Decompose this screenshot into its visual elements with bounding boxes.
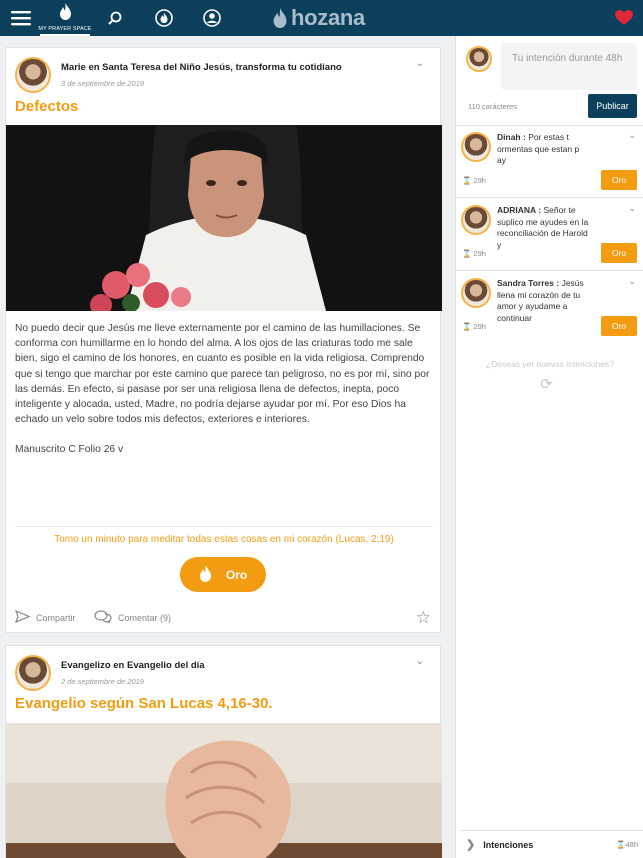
intention-text: Dinah : Por estas t ormentas que estan p…	[497, 132, 590, 167]
avatar	[461, 205, 491, 235]
char-count: 110 carácteres	[468, 102, 518, 111]
chevron-right-icon: ❯	[466, 839, 476, 851]
chevron-down-icon[interactable]: ⌄	[628, 203, 636, 214]
comment-icon	[94, 610, 112, 625]
post-author[interactable]: Evangelizo en Evangelio del día	[61, 660, 205, 671]
intention-item: Dinah : Por estas t ormentas que estan p…	[456, 128, 643, 198]
comment-label: Comentar (9)	[118, 612, 172, 623]
send-icon	[14, 609, 31, 625]
post-date: 3 de septiembre de 2019	[61, 79, 144, 88]
intentions-footer-time: ⌛48h	[616, 840, 638, 849]
intention-time: ⌛ 29h	[462, 249, 486, 258]
chevron-down-icon[interactable]: ⌄	[416, 58, 424, 69]
post-body: No puedo decir que Jesús me lleve extern…	[15, 323, 430, 426]
comment-button[interactable]: Comentar (9)	[94, 610, 171, 625]
avatar[interactable]	[15, 655, 51, 691]
divider	[456, 270, 643, 271]
publish-button[interactable]: Publicar	[588, 94, 637, 118]
intention-item: Sandra Torres : Jesús llena mi corazón d…	[456, 274, 643, 344]
intention-time-value: 29h	[473, 176, 486, 185]
intention-item: ADRIANA : Señor te suplico me ayudes en …	[456, 201, 643, 271]
search-icon[interactable]	[103, 0, 127, 36]
more-intentions-link[interactable]: ¿Deseas ver nuevas intenciones?	[456, 359, 643, 369]
pray-button-label: Oro	[225, 567, 248, 582]
post-image	[6, 125, 442, 311]
pray-button[interactable]: Oro	[601, 243, 637, 263]
avatar[interactable]	[15, 57, 51, 93]
post-title[interactable]: Defectos	[15, 98, 78, 115]
post-date: 2 de septiembre de 2019	[61, 677, 144, 686]
heart-icon[interactable]	[614, 0, 634, 36]
divider	[456, 125, 643, 126]
post-reference: Manuscrito C Folio 26 v	[15, 444, 124, 455]
post-title[interactable]: Evangelio según San Lucas 4,16-30.	[15, 695, 273, 712]
post-card: Marie en Santa Teresa del Niño Jesús, tr…	[5, 47, 442, 633]
chevron-down-icon[interactable]: ⌄	[628, 276, 636, 287]
share-button[interactable]: Compartir	[14, 609, 76, 625]
chevron-down-icon[interactable]: ⌄	[416, 656, 424, 667]
hozana-logo[interactable]: hozana	[272, 0, 365, 36]
refresh-icon[interactable]: ⟳	[540, 375, 553, 393]
share-label: Compartir	[36, 612, 76, 623]
logo-flame-icon	[273, 8, 287, 28]
intention-author: Dinah :	[497, 132, 526, 142]
tab-my-prayer-space[interactable]: MY PRAYER SPACE	[38, 0, 92, 36]
divider	[15, 526, 433, 527]
tab-my-prayer-space-label: MY PRAYER SPACE	[38, 25, 92, 32]
top-bar: MY PRAYER SPACE hozana	[0, 0, 643, 36]
intention-time: ⌛ 29h	[462, 176, 486, 185]
intentions-sidebar: Tu intención durante 48h 110 carácteres …	[455, 36, 643, 858]
post-author[interactable]: Marie en Santa Teresa del Niño Jesús, tr…	[61, 62, 342, 73]
meditate-text: Tomo un minuto para meditar todas estas …	[54, 534, 394, 545]
post-image	[6, 723, 442, 858]
intention-author: ADRIANA :	[497, 205, 542, 215]
avatar	[466, 46, 492, 72]
pray-button[interactable]: Oro	[601, 170, 637, 190]
intention-text: ADRIANA : Señor te suplico me ayudes en …	[497, 205, 590, 251]
intentions-footer-label: Intenciones	[483, 839, 534, 850]
menu-icon[interactable]	[8, 0, 34, 36]
intention-input[interactable]: Tu intención durante 48h	[501, 43, 637, 90]
intention-text: Sandra Torres : Jesús llena mi corazón d…	[497, 278, 590, 324]
flame-icon	[199, 564, 212, 585]
intention-time-value: 29h	[473, 249, 486, 258]
intentions-footer[interactable]: ❯ Intenciones ⌛48h	[460, 830, 643, 858]
flame-outline-icon[interactable]	[151, 0, 177, 36]
feed: Marie en Santa Teresa del Niño Jesús, tr…	[0, 36, 453, 858]
intentions-footer-time-value: 48h	[625, 840, 638, 849]
star-icon[interactable]: ☆	[416, 608, 431, 628]
intention-author: Sandra Torres :	[497, 278, 560, 288]
divider	[456, 197, 643, 198]
pray-button[interactable]: Oro	[601, 316, 637, 336]
avatar	[461, 278, 491, 308]
pray-button[interactable]: Oro	[180, 557, 266, 592]
user-icon[interactable]	[199, 0, 225, 36]
avatar	[461, 132, 491, 162]
chevron-down-icon[interactable]: ⌄	[628, 130, 636, 141]
logo-text: hozana	[291, 5, 365, 30]
flame-icon	[59, 2, 72, 25]
intention-time: ⌛ 29h	[462, 322, 486, 331]
post-card: Evangelizo en Evangelio del día 2 de sep…	[5, 645, 442, 858]
intention-time-value: 29h	[473, 322, 486, 331]
